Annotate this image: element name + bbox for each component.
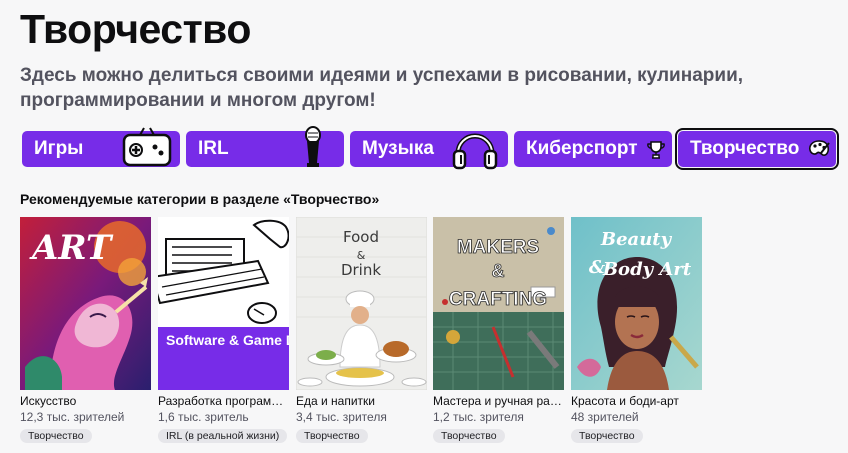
category-card-tag[interactable]: Творчество (433, 429, 505, 443)
headphones-icon (452, 133, 498, 170)
palette-icon (809, 140, 830, 156)
tab-games-label: Игры (34, 138, 84, 159)
category-card-beauty[interactable]: Beauty & Body Art Красота и боди-арт 48 … (571, 217, 702, 444)
tab-games[interactable]: Игры (22, 127, 180, 167)
category-card-name[interactable]: Красота и боди-арт (571, 394, 702, 408)
tab-irl[interactable]: IRL (186, 126, 344, 167)
category-crafts-image-text-3: CRAFTING (449, 289, 547, 310)
page-description: Здесь можно делиться своими идеями и усп… (20, 65, 744, 111)
tab-creative[interactable]: Творчество (675, 128, 839, 170)
tab-esports[interactable]: Киберспорт (514, 131, 672, 167)
gamepad-icon (122, 127, 172, 167)
category-card-tag[interactable]: IRL (в реальной жизни) (158, 429, 288, 443)
category-card-art[interactable]: ART Искусство 12,3 тыс. зрителей Творчес… (20, 217, 151, 444)
section-title: Рекомендуемые категории в разделе «Творч… (20, 191, 380, 207)
category-card-tag[interactable]: Творчество (20, 429, 92, 443)
category-card-tag[interactable]: Творчество (571, 429, 643, 443)
microphone-icon (305, 126, 321, 167)
tab-music-label: Музыка (362, 138, 434, 159)
category-card-viewers: 1,2 тыс. зрителя (433, 410, 524, 424)
category-crafts-image-text-2: & (492, 261, 505, 281)
category-food-image[interactable]: Food & Drink (296, 217, 427, 390)
category-card-name[interactable]: Еда и напитки (296, 394, 427, 408)
category-art-image-text: ART (29, 228, 114, 268)
category-beauty-image[interactable]: Beauty & Body Art (571, 217, 702, 390)
tab-creative-label: Творчество (690, 138, 800, 159)
category-crafts-image[interactable]: MAKERS & CRAFTING (433, 217, 564, 390)
category-card-viewers: 3,4 тыс. зрителя (296, 410, 387, 424)
tab-irl-label: IRL (198, 138, 229, 159)
category-food-image-text-3: Drink (341, 261, 381, 279)
category-card-name[interactable]: Искусство (20, 394, 151, 408)
page-title: Творчество (20, 6, 251, 52)
category-crafts-image-text-1: MAKERS (457, 237, 539, 258)
category-beauty-image-text-1: Beauty (600, 229, 673, 250)
category-card-name[interactable]: Мастера и ручная раб… (433, 394, 564, 408)
category-card-food[interactable]: Food & Drink Еда и напитки 3,4 тыс. зрит… (296, 217, 427, 444)
trophy-icon (647, 141, 665, 159)
tab-esports-label: Киберспорт (526, 138, 638, 159)
category-software-image[interactable]: Software & Game Development (158, 217, 289, 390)
tab-music[interactable]: Музыка (350, 131, 508, 170)
category-beauty-image-text-3: Body Art (602, 259, 692, 280)
category-card-tag[interactable]: Творчество (296, 429, 368, 443)
category-software-image-text: Software & Game Development (166, 332, 289, 348)
category-card-software[interactable]: Software & Game Development Разработка п… (158, 217, 289, 444)
category-art-image[interactable]: ART (20, 217, 151, 390)
category-card-viewers: 1,6 тыс. зритель (158, 410, 249, 424)
category-card-crafts[interactable]: MAKERS & CRAFTING Мастера и ручная раб… … (433, 217, 564, 444)
category-food-image-text-1: Food (343, 228, 379, 246)
category-card-viewers: 12,3 тыс. зрителей (20, 410, 125, 424)
category-card-viewers: 48 зрителей (571, 410, 639, 424)
category-card-name[interactable]: Разработка программ… (158, 394, 289, 408)
